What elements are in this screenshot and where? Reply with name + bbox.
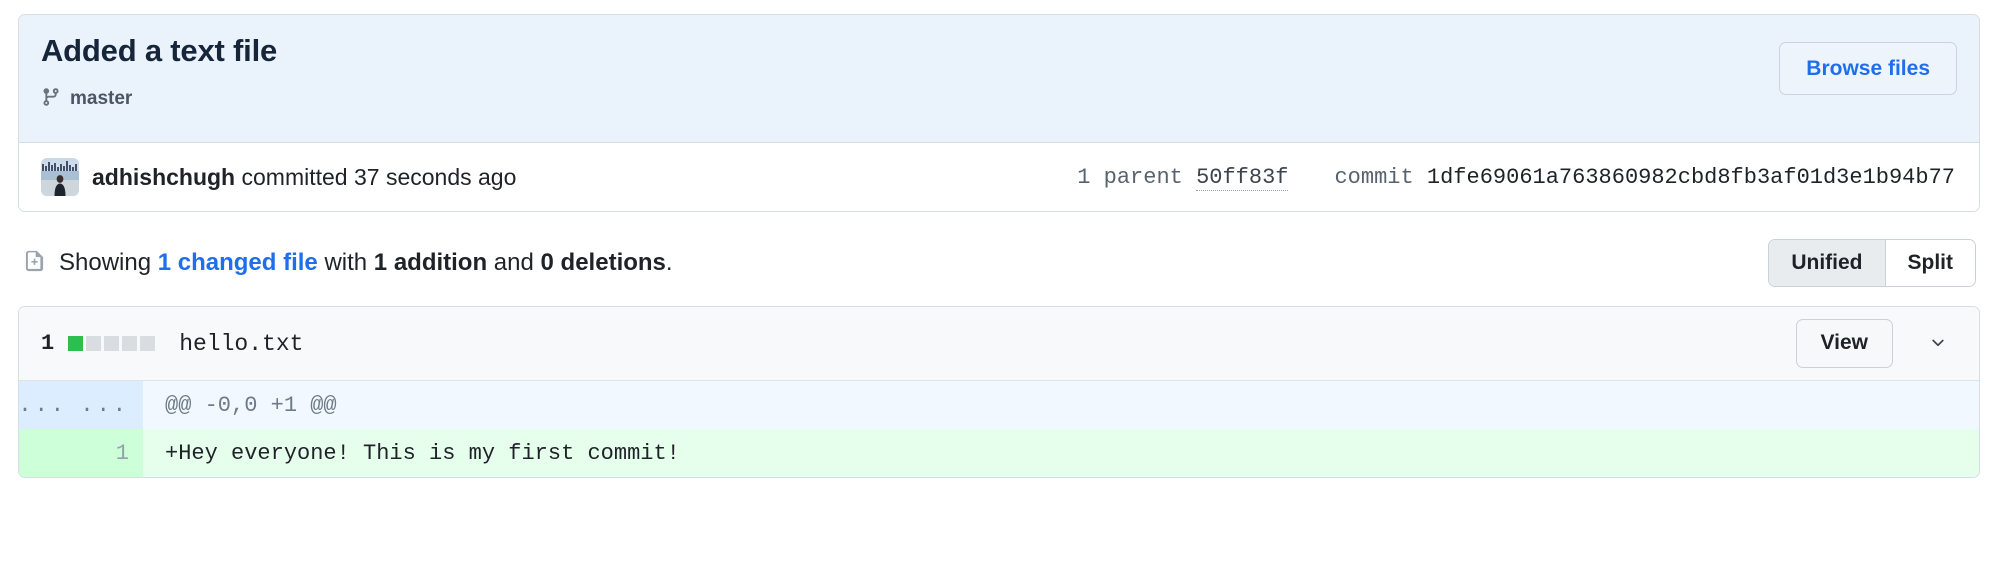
file-diff-icon	[22, 246, 47, 281]
addition-gutter-old[interactable]	[19, 429, 81, 477]
summary-suffix: .	[665, 249, 673, 276]
commit-label: commit	[1334, 164, 1414, 190]
file-diff-card: 1 hello.txt View ... ... @@ -0,0 +1 @@ 1…	[18, 306, 1980, 478]
parent-group: 1 parent 50ff83f	[1077, 164, 1289, 191]
hunk-gutter-new[interactable]: ...	[80, 381, 143, 429]
chevron-down-icon[interactable]	[1915, 330, 1961, 356]
diffstat-block-neutral	[104, 336, 120, 351]
diff-summary-row: Showing 1 changed file with 1 addition a…	[18, 238, 1980, 288]
branch-name[interactable]: master	[70, 88, 132, 110]
diffstat-block-neutral	[86, 336, 102, 351]
file-name[interactable]: hello.txt	[179, 331, 303, 357]
diff-summary-left: Showing 1 changed file with 1 addition a…	[22, 246, 673, 281]
diff-hunk-row: ... ... @@ -0,0 +1 @@	[19, 381, 1979, 429]
commit-header: Added a text file master Browse files	[19, 15, 1979, 143]
file-header-left: 1 hello.txt	[41, 331, 303, 357]
addition-gutter-new[interactable]: 1	[81, 429, 143, 477]
commit-page: Added a text file master Browse files ad…	[0, 14, 1998, 570]
avatar[interactable]	[41, 158, 79, 196]
branch-row: master	[41, 85, 1957, 114]
changed-files-link[interactable]: 1 changed file	[158, 249, 318, 276]
git-branch-icon	[41, 85, 61, 114]
summary-with: with	[317, 249, 374, 276]
diffstat-block-neutral	[140, 336, 156, 351]
deletions-count: 0 deletions	[540, 249, 666, 276]
diff-addition-row: 1 +Hey everyone! This is my first commit…	[19, 429, 1979, 477]
hunk-header-text: @@ -0,0 +1 @@	[165, 392, 337, 418]
committed-time: committed 37 seconds ago	[235, 163, 517, 190]
summary-prefix: Showing	[59, 249, 158, 276]
browse-files-button[interactable]: Browse files	[1779, 42, 1957, 96]
diff-view-toggle: Unified Split	[1768, 238, 1976, 288]
addition-line-content[interactable]: +Hey everyone! This is my first commit!	[143, 429, 1979, 477]
commit-title: Added a text file	[41, 33, 278, 68]
summary-and: and	[487, 249, 541, 276]
commit-meta-row: adhishchugh committed 37 seconds ago 1 p…	[19, 143, 1979, 211]
author-name[interactable]: adhishchugh	[92, 164, 235, 190]
author-block: adhishchugh committed 37 seconds ago	[41, 158, 516, 196]
unified-view-button[interactable]: Unified	[1769, 239, 1885, 287]
commit-hash-block: 1 parent 50ff83f commit 1dfe69061a763860…	[1077, 164, 1957, 191]
split-view-button[interactable]: Split	[1884, 239, 1975, 287]
diff-summary-text: Showing 1 changed file with 1 addition a…	[59, 249, 673, 277]
file-change-count: 1	[41, 331, 55, 356]
commit-group: commit 1dfe69061a763860982cbd8fb3af01d3e…	[1334, 165, 1955, 190]
additions-count: 1 addition	[373, 249, 488, 276]
diffstat-block-neutral	[122, 336, 138, 351]
diffstat-blocks	[68, 336, 156, 351]
file-header: 1 hello.txt View	[19, 307, 1979, 381]
commit-card: Added a text file master Browse files ad…	[18, 14, 1980, 212]
diffstat-block-add	[68, 336, 84, 351]
parent-sha-link[interactable]: 50ff83f	[1196, 164, 1289, 191]
file-header-right: View	[1795, 319, 1961, 368]
commit-sha[interactable]: 1dfe69061a763860982cbd8fb3af01d3e1b94b77	[1427, 165, 1955, 190]
hunk-gutter-old[interactable]: ...	[19, 381, 81, 429]
author-line: adhishchugh committed 37 seconds ago	[92, 164, 516, 191]
view-file-button[interactable]: View	[1795, 319, 1893, 368]
parent-label: 1 parent	[1077, 164, 1183, 190]
